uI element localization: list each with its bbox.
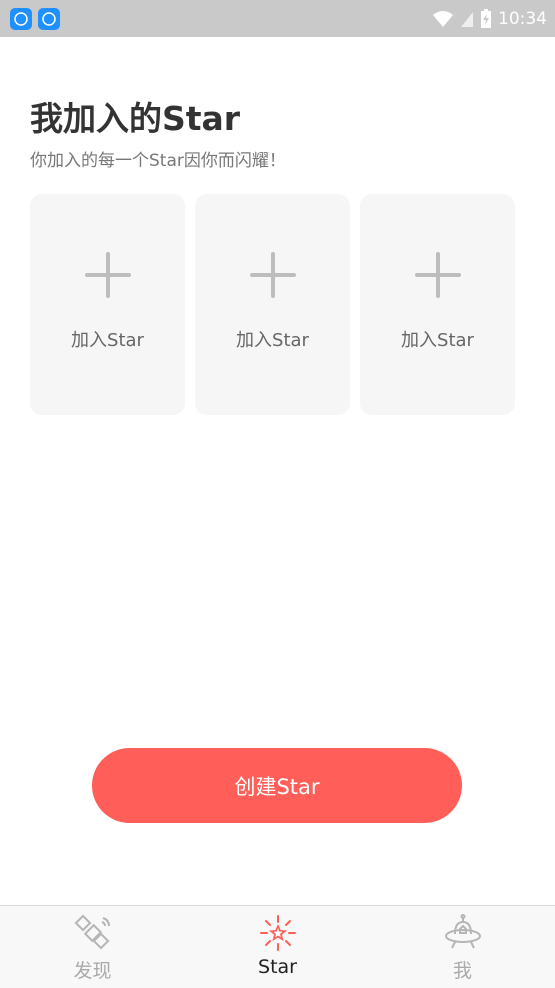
page-title: 我加入的Star xyxy=(30,99,241,138)
tab-star-label: Star xyxy=(258,956,297,978)
plus-icon xyxy=(84,252,131,298)
star-burst-icon xyxy=(258,914,298,952)
notification-icons xyxy=(10,7,60,30)
plus-icon xyxy=(249,252,296,298)
join-star-card[interactable]: 加入Star xyxy=(360,194,515,415)
joined-star-cards: 加入Star 加入Star 加入Star xyxy=(30,194,515,415)
tab-discover-label: 发现 xyxy=(73,960,112,982)
wifi-icon xyxy=(432,10,454,28)
tab-me[interactable]: 我 xyxy=(370,906,555,988)
ufo-icon xyxy=(443,914,483,952)
tab-me-label: 我 xyxy=(452,960,472,982)
status-time: 10:34 xyxy=(498,8,547,29)
status-bar: 10:34 xyxy=(0,0,555,37)
battery-icon xyxy=(480,8,492,29)
join-star-label: 加入Star xyxy=(236,330,309,351)
create-star-button[interactable]: 创建Star xyxy=(92,748,462,823)
plus-icon xyxy=(414,252,461,298)
join-star-label: 加入Star xyxy=(401,330,474,351)
join-star-card[interactable]: 加入Star xyxy=(195,194,350,415)
satellite-icon xyxy=(73,914,113,952)
signal-icon xyxy=(460,10,474,28)
bottom-nav: 发现 Star 我 xyxy=(0,905,555,988)
join-star-card[interactable]: 加入Star xyxy=(30,194,185,415)
system-status: 10:34 xyxy=(432,8,547,29)
app-notification-icon xyxy=(38,7,60,30)
tab-discover[interactable]: 发现 xyxy=(0,906,185,988)
tab-star[interactable]: Star xyxy=(185,906,370,988)
page-subtitle: 你加入的每一个Star因你而闪耀！ xyxy=(30,151,286,171)
app-notification-icon xyxy=(10,7,32,30)
join-star-label: 加入Star xyxy=(71,330,144,351)
